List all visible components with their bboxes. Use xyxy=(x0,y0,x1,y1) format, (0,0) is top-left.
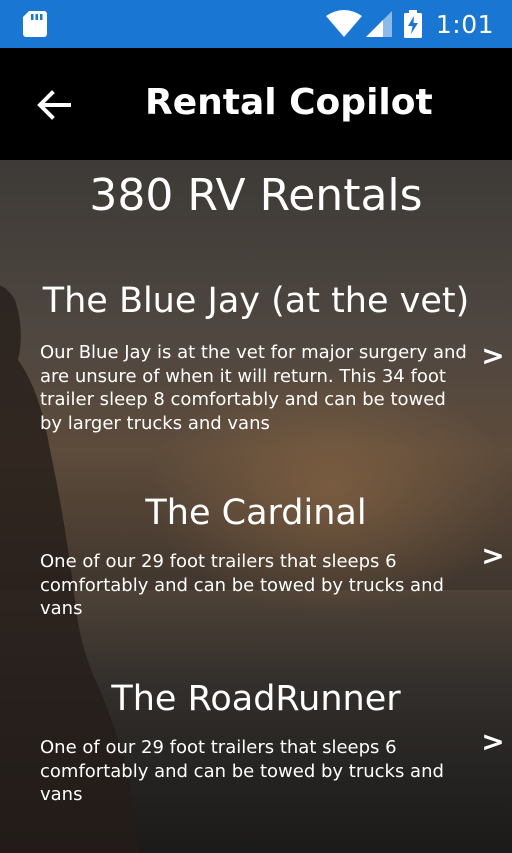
rental-name: The Cardinal xyxy=(145,493,367,533)
cell-signal-icon xyxy=(365,11,392,37)
back-button[interactable] xyxy=(30,81,78,129)
battery-charging-icon xyxy=(403,10,422,38)
status-bar: 1:01 xyxy=(0,0,512,48)
page-heading: 380 RV Rentals xyxy=(89,170,423,221)
app-bar: Rental Copilot xyxy=(0,48,512,160)
sd-card-icon xyxy=(23,11,47,37)
rental-description: One of our 29 foot trailers that sleeps … xyxy=(40,737,444,805)
clock: 1:01 xyxy=(435,9,494,39)
rental-list[interactable]: 380 RV Rentals The Blue Jay (at the vet)… xyxy=(0,160,512,853)
open-rental-chevron[interactable]: > xyxy=(478,727,508,757)
app-title: Rental Copilot xyxy=(145,82,433,123)
open-rental-chevron[interactable]: > xyxy=(478,341,508,371)
wifi-icon xyxy=(325,10,362,37)
rental-name: The Blue Jay (at the vet) xyxy=(42,281,470,321)
arrow-back-icon xyxy=(37,90,71,120)
rental-description: Our Blue Jay is at the vet for major sur… xyxy=(40,342,467,434)
open-rental-chevron[interactable]: > xyxy=(478,541,508,571)
status-icons: 1:01 xyxy=(325,0,494,48)
rental-description: One of our 29 foot trailers that sleeps … xyxy=(40,551,444,619)
rental-name: The RoadRunner xyxy=(111,679,401,719)
